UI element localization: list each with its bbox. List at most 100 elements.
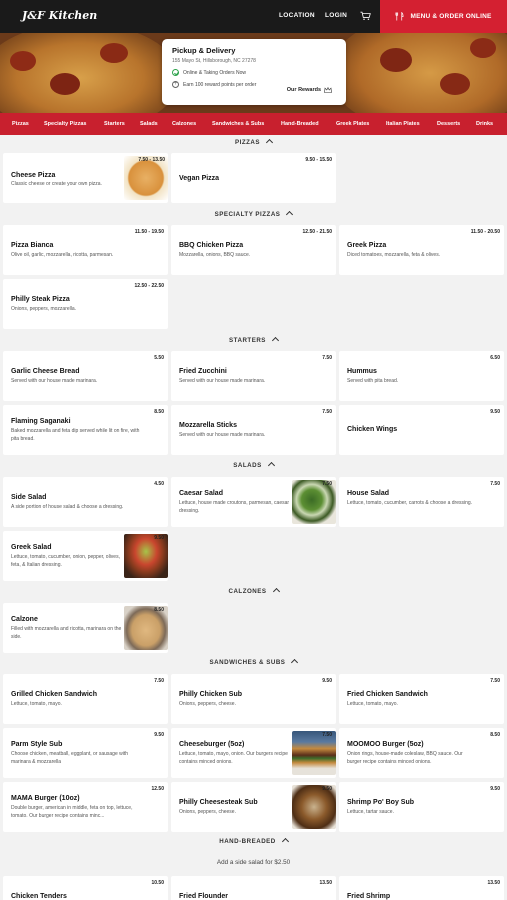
- item-name: House Salad: [347, 490, 390, 497]
- menu-item-card[interactable]: Fried Zucchini Served with our house mad…: [171, 351, 336, 401]
- order-label: MENU & ORDER ONLINE: [410, 13, 492, 20]
- item-name: Cheese Pizza: [11, 172, 56, 179]
- category-drinks[interactable]: Drinks: [476, 121, 493, 127]
- item-description: Lettuce, tomato, cucumber, onion, pepper…: [11, 554, 120, 568]
- menu-item-card[interactable]: Vegan Pizza 9.50 - 15.50: [171, 153, 336, 203]
- section-header-sandwiches-subs[interactable]: SANDWICHES & SUBS: [0, 658, 507, 667]
- menu-item-card[interactable]: Hummus Served with pita bread. 6.50: [339, 351, 504, 401]
- category-hand-breaded[interactable]: Hand-Breaded: [281, 121, 319, 127]
- item-name: Calzone: [11, 616, 38, 623]
- chevron-up-icon: [267, 461, 275, 470]
- top-bar: J&F Kitchen LOCATION LOGIN MENU & ORDER …: [0, 0, 507, 33]
- category-starters[interactable]: Starters: [104, 121, 125, 127]
- chevron-up-icon: [272, 587, 280, 596]
- item-name: Garlic Cheese Bread: [11, 368, 80, 375]
- menu-item-card[interactable]: Flaming Saganaki Baked mozzarella and fe…: [3, 405, 168, 455]
- item-description: Classic cheese or create your own pizza.: [11, 181, 102, 187]
- menu-item-card[interactable]: Side Salad A side portion of house salad…: [3, 477, 168, 527]
- menu-item-card[interactable]: MAMA Burger (10oz) Double burger, americ…: [3, 782, 168, 832]
- category-calzones[interactable]: Calzones: [172, 121, 196, 127]
- login-link[interactable]: LOGIN: [325, 12, 347, 19]
- section-header-salads[interactable]: SALADS: [0, 461, 507, 470]
- menu-item-card[interactable]: Greek Pizza Diced tomatoes, mozzarella, …: [339, 225, 504, 275]
- chevron-up-icon: [281, 837, 289, 846]
- menu-item-card[interactable]: Fried Chicken Sandwich Lettuce, tomato, …: [339, 674, 504, 724]
- menu-item-card[interactable]: Fried Shrimp 13.50: [339, 876, 504, 900]
- item-description: Onions, peppers, cheese.: [179, 701, 236, 707]
- item-description: Lettuce, tomato, cucumber, carrots & cho…: [347, 500, 473, 506]
- menu-item-card[interactable]: Pizza Bianca Olive oil, garlic, mozzarel…: [3, 225, 168, 275]
- section-header-calzones[interactable]: CALZONES: [0, 587, 507, 596]
- item-name: Philly Cheesesteak Sub: [179, 799, 258, 806]
- item-price: 13.50: [319, 880, 332, 886]
- status-line: Online & Taking Orders Now: [172, 69, 336, 76]
- menu-item-card[interactable]: MOOMOO Burger (5oz) Onion rings, house-m…: [339, 728, 504, 778]
- item-price: 11.50 - 20.50: [470, 229, 500, 235]
- category-italian-plates[interactable]: Italian Plates: [386, 121, 420, 127]
- chevron-up-icon: [271, 336, 279, 345]
- item-name: Vegan Pizza: [179, 175, 220, 182]
- item-description: Lettuce, tomato, mayo, onion. Our burger…: [179, 751, 288, 765]
- crown-icon: [324, 87, 332, 93]
- pickup-address: 155 Mayo St, Hillsborough, NC 27278: [172, 58, 256, 64]
- menu-item-card[interactable]: Chicken Wings 9.50: [339, 405, 504, 455]
- item-name: Hummus: [347, 368, 377, 375]
- section-header-pizzas[interactable]: PIZZAS: [0, 138, 507, 147]
- menu-item-card[interactable]: Chicken Tenders 10.50: [3, 876, 168, 900]
- location-link[interactable]: LOCATION: [279, 12, 315, 19]
- item-name: Fried Flounder: [179, 893, 228, 900]
- menu-item-card[interactable]: Philly Chicken Sub Onions, peppers, chee…: [171, 674, 336, 724]
- item-price: 8.50: [154, 607, 164, 613]
- item-name: Fried Chicken Sandwich: [347, 691, 428, 698]
- pickup-delivery-card[interactable]: Pickup & Delivery 155 Mayo St, Hillsboro…: [162, 39, 346, 105]
- item-description: Lettuce, tomato, mayo.: [347, 701, 398, 707]
- menu-item-card[interactable]: Calzone Filled with mozzarella and ricot…: [3, 603, 168, 653]
- menu-item-card[interactable]: Cheese Pizza Classic cheese or create yo…: [3, 153, 168, 203]
- menu-item-card[interactable]: Shrimp Po' Boy Sub Lettuce, tartar sauce…: [339, 782, 504, 832]
- category-greek-plates[interactable]: Greek Plates: [336, 121, 369, 127]
- category-specialty-pizzas[interactable]: Specialty Pizzas: [44, 121, 87, 127]
- status-text: Online & Taking Orders Now: [183, 69, 246, 76]
- section-header-hand-breaded[interactable]: HAND-BREADED: [0, 837, 507, 846]
- section-header-specialty-pizzas[interactable]: SPECIALTY PIZZAS: [0, 210, 507, 219]
- section-header-starters[interactable]: STARTERS: [0, 336, 507, 345]
- menu-item-card[interactable]: Garlic Cheese Bread Served with our hous…: [3, 351, 168, 401]
- pepperoni: [50, 73, 80, 95]
- menu-item-card[interactable]: Caesar Salad Lettuce, house made crouton…: [171, 477, 336, 527]
- item-name: MOOMOO Burger (5oz): [347, 741, 424, 748]
- menu-item-card[interactable]: Grilled Chicken Sandwich Lettuce, tomato…: [3, 674, 168, 724]
- cart-icon[interactable]: [360, 11, 371, 21]
- menu-item-card[interactable]: House Salad Lettuce, tomato, cucumber, c…: [339, 477, 504, 527]
- fork-knife-icon: [395, 12, 404, 21]
- item-description: Baked mozzarella and feta dip served whi…: [11, 428, 140, 442]
- item-description: Choose chicken, meatball, eggplant, or s…: [11, 751, 129, 765]
- item-price: 12.50 - 21.50: [302, 229, 332, 235]
- pepperoni: [10, 51, 36, 71]
- item-description: Served with our house made marinara.: [179, 378, 266, 384]
- item-price: 9.50: [322, 786, 332, 792]
- menu-item-card[interactable]: Mozzarella Sticks Served with our house …: [171, 405, 336, 455]
- item-description: Onions, peppers, mozzarella.: [11, 306, 77, 312]
- item-name: Flaming Saganaki: [11, 418, 71, 425]
- menu-item-card[interactable]: Philly Steak Pizza Onions, peppers, mozz…: [3, 279, 168, 329]
- item-name: Philly Chicken Sub: [179, 691, 243, 698]
- menu-item-card[interactable]: Philly Cheesesteak Sub Onions, peppers, …: [171, 782, 336, 832]
- category-sandwiches-subs[interactable]: Sandwiches & Subs: [212, 121, 264, 127]
- item-name: Chicken Wings: [347, 426, 398, 433]
- menu-item-card[interactable]: Cheeseburger (5oz) Lettuce, tomato, mayo…: [171, 728, 336, 778]
- item-price: 8.50: [154, 409, 164, 415]
- category-desserts[interactable]: Desserts: [437, 121, 460, 127]
- category-pizzas[interactable]: Pizzas: [12, 121, 29, 127]
- logo[interactable]: J&F Kitchen: [22, 9, 97, 22]
- reward-text: Earn 100 reward points per order: [183, 81, 257, 88]
- hero-pizza-left: [0, 33, 180, 113]
- our-rewards-link[interactable]: Our Rewards: [287, 87, 332, 93]
- item-price: 7.50: [154, 678, 164, 684]
- menu-item-card[interactable]: BBQ Chicken Pizza Mozzarella, onions, BB…: [171, 225, 336, 275]
- menu-item-card[interactable]: Fried Flounder 13.50: [171, 876, 336, 900]
- category-salads[interactable]: Salads: [140, 121, 158, 127]
- menu-item-card[interactable]: Parm Style Sub Choose chicken, meatball,…: [3, 728, 168, 778]
- item-price: 7.50: [322, 732, 332, 738]
- menu-order-online-button[interactable]: MENU & ORDER ONLINE: [380, 0, 507, 33]
- menu-item-card[interactable]: Greek Salad Lettuce, tomato, cucumber, o…: [3, 531, 168, 581]
